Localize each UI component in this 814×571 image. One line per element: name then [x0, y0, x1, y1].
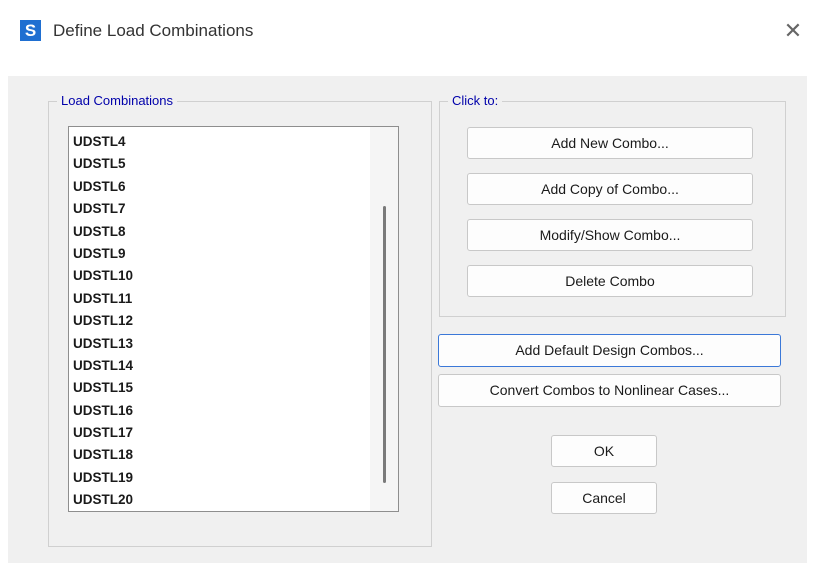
close-icon[interactable]: ✕ [778, 16, 808, 46]
add-copy-of-combo-button[interactable]: Add Copy of Combo... [467, 173, 753, 205]
vertical-scrollbar[interactable] [370, 127, 398, 511]
list-items: UDSTL4 UDSTL5 UDSTL6 UDSTL7 UDSTL8 UDSTL9 UDST… [69, 131, 369, 511]
list-item[interactable]: UDSTL8 [69, 221, 369, 243]
dialog-client-area: Load Combinations UDSTL4 UDSTL5 UDSTL6 UDST… [8, 76, 807, 563]
convert-combos-to-nonlinear-cases-button[interactable]: Convert Combos to Nonlinear Cases... [438, 374, 781, 407]
cancel-button[interactable]: Cancel [551, 482, 657, 514]
modify-show-combo-button[interactable]: Modify/Show Combo... [467, 219, 753, 251]
list-item[interactable]: UDSTL19 [69, 467, 369, 489]
scrollbar-thumb[interactable] [383, 206, 386, 483]
list-item[interactable]: UDSTL9 [69, 243, 369, 265]
list-item[interactable]: UDSTL13 [69, 333, 369, 355]
list-item[interactable]: UDSTL4 [69, 131, 369, 153]
add-new-combo-button[interactable]: Add New Combo... [467, 127, 753, 159]
click-to-legend: Click to: [452, 93, 499, 108]
list-item[interactable]: UDSTL17 [69, 422, 369, 444]
list-item[interactable]: UDSTL12 [69, 310, 369, 332]
add-default-design-combos-button[interactable]: Add Default Design Combos... [438, 334, 781, 367]
list-item[interactable]: UDSTL11 [69, 288, 369, 310]
list-item[interactable]: UDSTL10 [69, 265, 369, 287]
list-item[interactable]: UDSTL7 [69, 198, 369, 220]
define-load-combinations-dialog: S Define Load Combinations ✕ Load Combin… [0, 0, 814, 571]
list-item[interactable]: UDSTL20 [69, 489, 369, 511]
list-item[interactable]: UDSTL5 [69, 153, 369, 175]
ok-button[interactable]: OK [551, 435, 657, 467]
sap2000-app-icon: S [20, 20, 41, 41]
load-combinations-listbox[interactable]: UDSTL4 UDSTL5 UDSTL6 UDSTL7 UDSTL8 UDSTL9 UDST… [68, 126, 399, 512]
list-item[interactable]: UDSTL16 [69, 400, 369, 422]
list-item[interactable]: UDSTL18 [69, 444, 369, 466]
title-bar: S Define Load Combinations ✕ [0, 0, 814, 60]
list-item[interactable]: UDSTL15 [69, 377, 369, 399]
list-item[interactable]: UDSTL6 [69, 176, 369, 198]
list-item[interactable]: UDSTL14 [69, 355, 369, 377]
delete-combo-button[interactable]: Delete Combo [467, 265, 753, 297]
load-combinations-legend: Load Combinations [61, 93, 174, 108]
window-title: Define Load Combinations [53, 21, 254, 40]
